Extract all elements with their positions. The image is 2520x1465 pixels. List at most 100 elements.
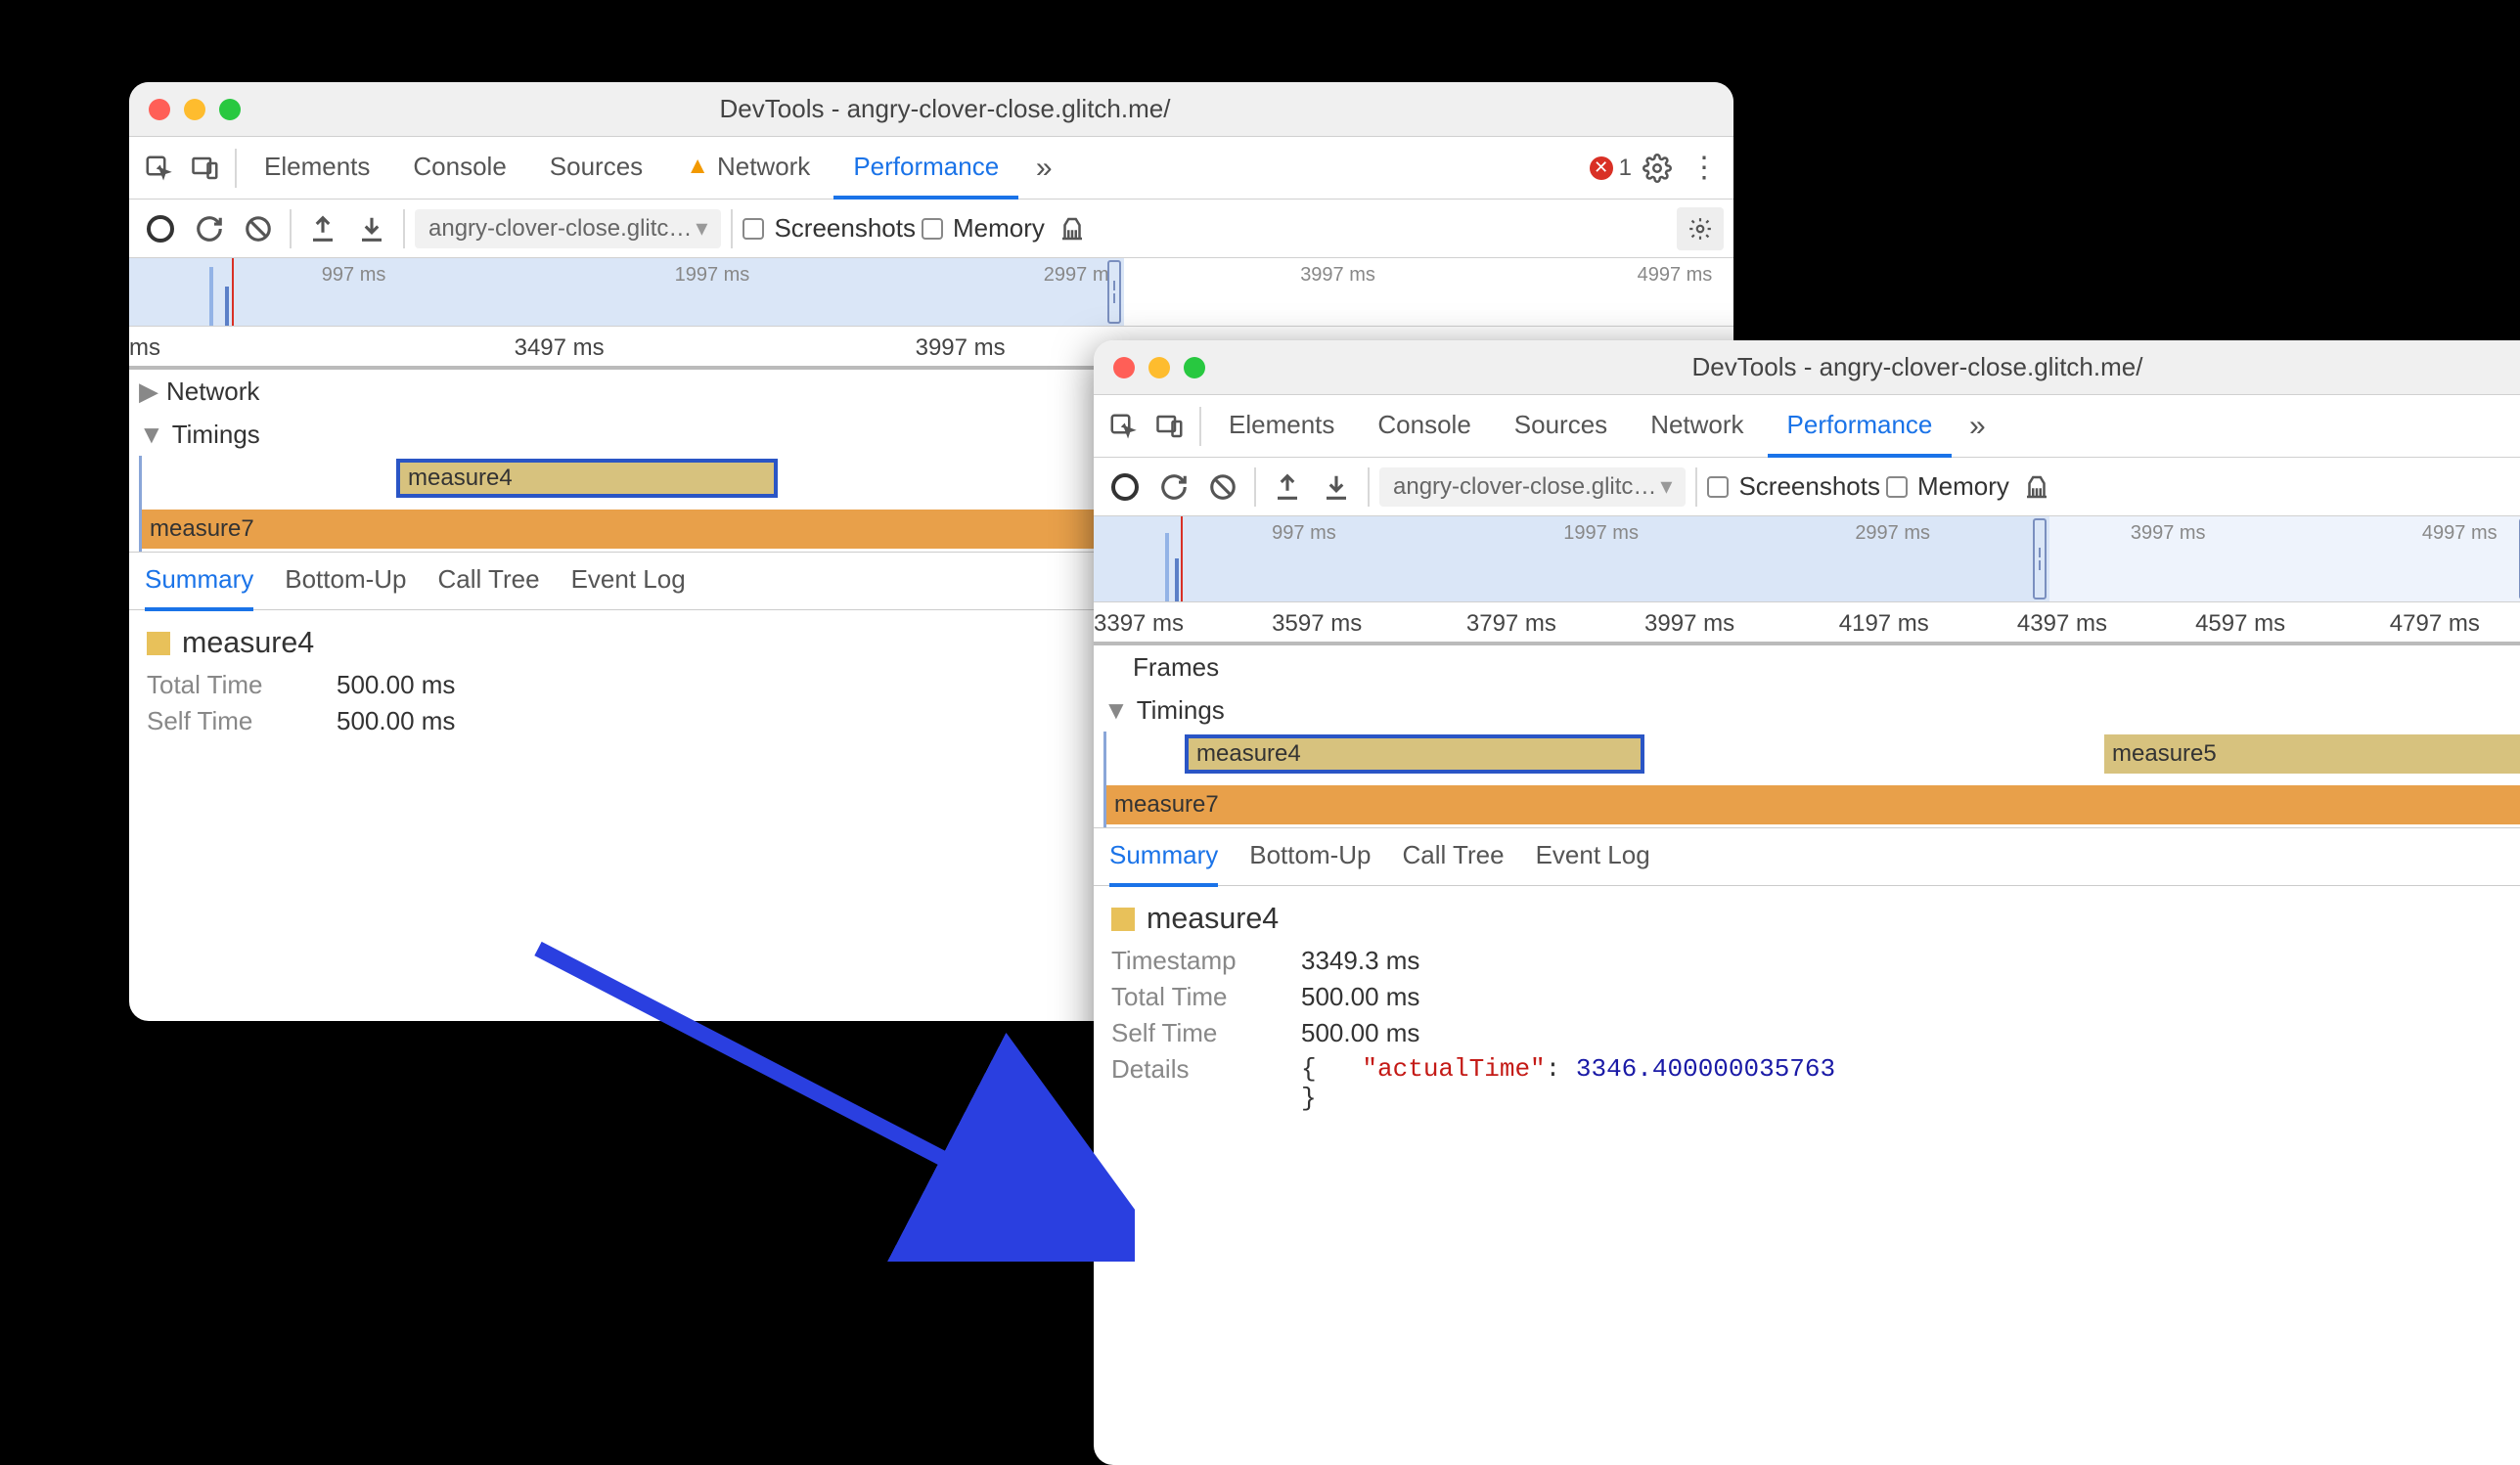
garbage-collect-icon[interactable]	[1051, 207, 1094, 250]
minimize-icon[interactable]	[184, 99, 205, 120]
dtab-summary[interactable]: Summary	[1109, 828, 1218, 887]
chevron-right-icon: ▶	[139, 377, 158, 407]
close-icon[interactable]	[149, 99, 170, 120]
gear-icon[interactable]	[1636, 147, 1679, 190]
garbage-collect-icon[interactable]	[2015, 466, 2058, 509]
time-tick: 4197 ms	[1839, 610, 1929, 638]
kebab-icon[interactable]: ⋮	[1683, 147, 1726, 190]
device-toggle-icon[interactable]	[184, 147, 227, 190]
time-tick: 3997 ms	[1644, 610, 1734, 638]
error-icon: ✕	[1590, 156, 1613, 180]
more-tabs-icon[interactable]: »	[1022, 147, 1065, 190]
overview-strip[interactable]: 997 ms1997 ms2997 ms3997 ms4997 ms	[129, 258, 1733, 327]
more-tabs-icon[interactable]: »	[1956, 405, 1999, 448]
time-tick: 3997 ms	[1300, 264, 1375, 287]
time-tick: 4997 ms	[1638, 264, 1713, 287]
overview-strip[interactable]: 997 ms1997 ms2997 ms3997 ms4997 ms CPUNE…	[1094, 516, 2520, 602]
selected-event-name: measure4	[1111, 902, 2520, 936]
record-button[interactable]	[139, 207, 182, 250]
clear-icon[interactable]	[1201, 466, 1244, 509]
download-icon[interactable]	[1315, 466, 1358, 509]
time-tick: 3997 ms	[916, 334, 1006, 362]
time-tick: 997 ms	[1272, 522, 1336, 545]
color-swatch	[1111, 908, 1135, 931]
reload-icon[interactable]	[1152, 466, 1195, 509]
detail-tabbar: Summary Bottom-Up Call Tree Event Log	[1094, 827, 2520, 886]
memory-checkbox[interactable]: Memory	[922, 213, 1045, 244]
tab-network[interactable]: Network	[1631, 395, 1763, 458]
window-title: DevTools - angry-clover-close.glitch.me/	[252, 94, 1638, 124]
detail-body: measure4 Timestamp3349.3 ms Total Time50…	[1094, 886, 2520, 1134]
flame-measure7[interactable]: measure7	[1106, 785, 2520, 824]
zoom-icon[interactable]	[1184, 357, 1205, 378]
screenshots-checkbox[interactable]: Screenshots	[1707, 471, 1880, 502]
upload-icon[interactable]	[301, 207, 344, 250]
time-tick: 3497 ms	[515, 334, 605, 362]
dtab-bottomup[interactable]: Bottom-Up	[1249, 828, 1371, 887]
capture-settings-icon[interactable]	[1677, 207, 1724, 250]
time-tick: 2997 ms	[1855, 522, 1930, 545]
screenshots-checkbox[interactable]: Screenshots	[742, 213, 916, 244]
titlebar: DevTools - angry-clover-close.glitch.me/	[129, 82, 1733, 137]
inspect-icon[interactable]	[1102, 405, 1145, 448]
overview-handle-left[interactable]	[2033, 518, 2047, 599]
dtab-bottomup[interactable]: Bottom-Up	[285, 553, 406, 611]
tab-console[interactable]: Console	[1358, 395, 1490, 458]
dtab-eventlog[interactable]: Event Log	[1536, 828, 1650, 887]
dtab-calltree[interactable]: Call Tree	[438, 553, 540, 611]
clear-icon[interactable]	[237, 207, 280, 250]
tracks: Frames ▼ Timings measure4 measure5 measu…	[1094, 645, 2520, 827]
time-tick: 4797 ms	[2390, 610, 2480, 638]
inspect-icon[interactable]	[137, 147, 180, 190]
perf-toolbar: angry-clover-close.glitc…▾ Screenshots M…	[1094, 458, 2520, 516]
download-icon[interactable]	[350, 207, 393, 250]
tab-network[interactable]: ▲Network	[666, 137, 830, 200]
time-tick: 3397 ms	[1094, 610, 1184, 638]
time-tick: 4997 ms	[2422, 522, 2498, 545]
flame-measure4[interactable]: measure4	[1185, 734, 1644, 774]
time-tick: 1997 ms	[1563, 522, 1639, 545]
warning-icon: ▲	[686, 153, 709, 180]
zoom-icon[interactable]	[219, 99, 241, 120]
device-toggle-icon[interactable]	[1148, 405, 1192, 448]
dtab-calltree[interactable]: Call Tree	[1403, 828, 1505, 887]
reload-icon[interactable]	[188, 207, 231, 250]
tab-elements[interactable]: Elements	[245, 137, 389, 200]
time-tick: 997 ms	[322, 264, 386, 287]
time-tick: ms	[129, 334, 160, 362]
url-selector[interactable]: angry-clover-close.glitc…▾	[415, 209, 721, 248]
details-json: Details { "actualTime": 3346.40000003576…	[1111, 1054, 2520, 1113]
dtab-summary[interactable]: Summary	[145, 553, 253, 611]
titlebar: DevTools - angry-clover-close.glitch.me/	[1094, 340, 2520, 395]
flame-measure4[interactable]: measure4	[396, 459, 778, 498]
error-badge[interactable]: ✕1	[1590, 155, 1632, 182]
track-frames[interactable]: Frames	[1094, 645, 2520, 688]
url-selector[interactable]: angry-clover-close.glitc…▾	[1379, 467, 1686, 507]
tab-console[interactable]: Console	[393, 137, 525, 200]
window-title: DevTools - angry-clover-close.glitch.me/	[1217, 352, 2520, 382]
tab-performance[interactable]: Performance	[1768, 395, 1953, 458]
perf-toolbar: angry-clover-close.glitc…▾ Screenshots M…	[129, 200, 1733, 258]
record-button[interactable]	[1103, 466, 1147, 509]
tab-sources[interactable]: Sources	[1495, 395, 1627, 458]
devtools-window-after: DevTools - angry-clover-close.glitch.me/…	[1094, 340, 2520, 1465]
chevron-down-icon: ▼	[139, 420, 164, 450]
minimize-icon[interactable]	[1148, 357, 1170, 378]
upload-icon[interactable]	[1266, 466, 1309, 509]
color-swatch	[147, 632, 170, 655]
memory-checkbox[interactable]: Memory	[1886, 471, 2009, 502]
time-tick: 3997 ms	[2131, 522, 2206, 545]
time-ruler[interactable]: 3397 ms3597 ms3797 ms3997 ms4197 ms4397 …	[1094, 602, 2520, 645]
tab-performance[interactable]: Performance	[833, 137, 1018, 200]
dtab-eventlog[interactable]: Event Log	[571, 553, 686, 611]
flame-measure5[interactable]: measure5	[2104, 734, 2520, 774]
time-tick: 1997 ms	[675, 264, 750, 287]
close-icon[interactable]	[1113, 357, 1135, 378]
track-timings[interactable]: ▼ Timings	[1094, 688, 2520, 732]
time-tick: 3597 ms	[1272, 610, 1362, 638]
overview-handle-right[interactable]	[1107, 260, 1121, 324]
time-tick: 3797 ms	[1466, 610, 1556, 638]
tab-sources[interactable]: Sources	[530, 137, 662, 200]
panel-tabbar: Elements Console Sources ▲Network Perfor…	[129, 137, 1733, 200]
tab-elements[interactable]: Elements	[1209, 395, 1354, 458]
